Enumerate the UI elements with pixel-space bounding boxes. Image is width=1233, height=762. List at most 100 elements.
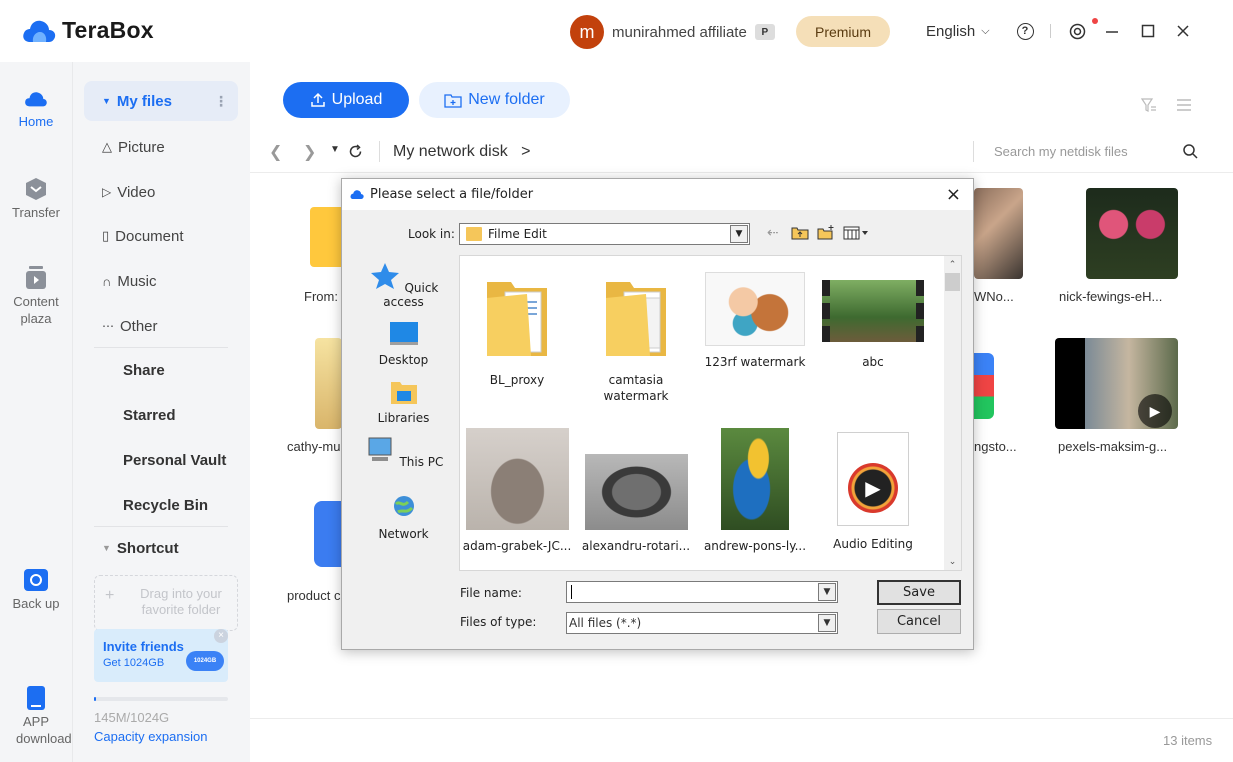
list-view-icon[interactable]	[1176, 98, 1192, 112]
help-button[interactable]: ?	[1014, 20, 1036, 42]
place-this-pc[interactable]: This PC	[361, 436, 446, 469]
sidebar-item-other[interactable]: ⋯ Other	[84, 306, 240, 346]
settings-button[interactable]	[1066, 20, 1088, 42]
file-name-field[interactable]: ▼	[566, 581, 838, 603]
invite-banner[interactable]: Invite friends Get 1024GB 1024GB ×	[94, 629, 228, 682]
sidebar-item-recycle-bin[interactable]: Recycle Bin	[84, 485, 240, 525]
breadcrumb-item[interactable]: My network disk	[393, 143, 508, 160]
file-name-label: File name:	[460, 586, 522, 600]
file-name[interactable]: cathy-mu	[287, 439, 340, 454]
search-icon[interactable]	[1183, 144, 1198, 159]
chevron-down-icon[interactable]: ▼	[818, 583, 836, 601]
sidebar-item-starred[interactable]: Starred	[84, 395, 240, 435]
place-quick-access[interactable]: Quick access	[361, 262, 446, 309]
scroll-up-icon[interactable]: ⌃	[944, 256, 961, 273]
music-icon: ∩	[102, 273, 112, 289]
place-libraries[interactable]: Libraries	[361, 378, 446, 425]
view-menu-icon[interactable]	[843, 225, 869, 244]
new-folder-button[interactable]: New folder	[419, 82, 570, 118]
rail-item-content-plaza[interactable]: Content plaza	[0, 265, 72, 327]
upload-button[interactable]: Upload	[283, 82, 409, 118]
back-arrow-icon[interactable]: ⇠	[767, 225, 779, 241]
video-thumbnail[interactable]: ▶	[1055, 338, 1178, 429]
close-button[interactable]	[1172, 20, 1194, 42]
sidebar-item-video[interactable]: ▷ Video	[84, 172, 240, 212]
notification-dot	[1092, 18, 1098, 24]
rail-label-transfer: Transfer	[12, 205, 60, 220]
file-item-folder[interactable]: camtasia watermark	[581, 272, 691, 404]
sidebar-item-music[interactable]: ∩ Music	[84, 261, 240, 301]
scroll-down-icon[interactable]: ⌄	[944, 553, 961, 570]
file-name[interactable]: ngsto...	[974, 439, 1017, 454]
file-item-image[interactable]: alexandru-rotari...	[581, 428, 691, 554]
sidebar-item-share[interactable]: Share	[84, 350, 240, 390]
file-item-folder[interactable]: BL_proxy	[462, 272, 572, 388]
file-item-video[interactable]: abc	[818, 272, 928, 370]
maximize-button[interactable]	[1137, 20, 1159, 42]
file-label: BL_proxy	[489, 373, 545, 387]
avatar[interactable]: m	[570, 15, 604, 49]
shortcut-drop-zone[interactable]: + Drag into your favorite folder	[94, 575, 238, 631]
user-menu[interactable]: m munirahmed affiliate P	[570, 15, 775, 49]
rail-item-home[interactable]: Home	[0, 86, 72, 129]
breadcrumb[interactable]: My network disk >	[393, 143, 531, 161]
filter-icon[interactable]	[1141, 97, 1157, 113]
image-thumbnail[interactable]	[315, 338, 342, 429]
app-thumbnail[interactable]	[314, 501, 342, 567]
file-type-select[interactable]: All files (*.*) ▼	[566, 612, 838, 634]
home-icon	[25, 92, 47, 107]
rail-item-transfer[interactable]: Transfer	[0, 177, 72, 220]
rail-item-app-download[interactable]: APP download	[0, 685, 72, 747]
minimize-button[interactable]	[1101, 20, 1123, 42]
close-icon[interactable]: ×	[214, 629, 228, 643]
language-selector[interactable]: English ⌵	[926, 23, 990, 40]
image-thumbnail[interactable]	[974, 188, 1023, 279]
file-name[interactable]: nick-fewings-eH...	[1059, 289, 1162, 304]
place-desktop[interactable]: Desktop	[361, 320, 446, 367]
file-item-media[interactable]: ▶ Audio Editing	[818, 428, 928, 552]
cancel-button[interactable]: Cancel	[877, 609, 961, 634]
look-in-dropdown[interactable]: Filme Edit ▼	[459, 223, 750, 245]
folder-thumbnail[interactable]	[310, 207, 342, 267]
search-input[interactable]: Search my netdisk files	[994, 144, 1128, 159]
nav-rail	[0, 62, 72, 762]
computer-icon	[368, 437, 392, 461]
divider	[94, 526, 228, 527]
back-arrow-icon[interactable]: ❮	[269, 142, 282, 162]
scroll-thumb[interactable]	[945, 273, 960, 291]
rail-item-backup[interactable]: Back up	[0, 568, 72, 611]
app-thumbnail[interactable]	[974, 353, 994, 419]
place-network[interactable]: Network	[361, 494, 446, 541]
save-button[interactable]: Save	[877, 580, 961, 605]
file-name[interactable]: product c	[287, 588, 340, 603]
history-dropdown-icon[interactable]: ▼	[330, 144, 340, 155]
file-item-image[interactable]: 123rf watermark	[700, 272, 810, 370]
close-icon[interactable]: ×	[946, 184, 961, 205]
chevron-down-icon[interactable]: ▼	[730, 225, 748, 243]
up-folder-icon[interactable]	[791, 225, 809, 244]
create-folder-icon[interactable]	[817, 225, 835, 244]
file-item-image[interactable]: andrew-pons-ly...	[700, 428, 810, 554]
capacity-expansion-link[interactable]: Capacity expansion	[94, 729, 207, 744]
file-name[interactable]: From:	[304, 289, 338, 304]
sidebar-item-my-files[interactable]: ▼ My files ⋮	[84, 81, 238, 121]
sidebar-item-picture[interactable]: △ Picture	[84, 127, 240, 167]
file-name[interactable]: WNo...	[974, 289, 1014, 304]
sidebar-item-document[interactable]: ▯ Document	[84, 216, 240, 256]
sidebar-item-shortcut[interactable]: ▼ Shortcut	[84, 528, 240, 568]
chevron-down-icon[interactable]: ▼	[818, 614, 836, 632]
file-name[interactable]: pexels-maksim-g...	[1058, 439, 1167, 454]
file-item-image[interactable]: adam-grabek-JC...	[462, 428, 572, 554]
vip-badge-icon: P	[754, 24, 775, 40]
premium-button[interactable]: Premium	[796, 16, 890, 47]
more-icon[interactable]: ⋮	[214, 93, 228, 110]
username[interactable]: munirahmed affiliate	[612, 24, 747, 41]
scrollbar[interactable]: ⌃ ⌄	[944, 256, 961, 570]
app-download-icon	[27, 686, 45, 710]
language-label: English	[926, 23, 976, 40]
forward-arrow-icon[interactable]: ❯	[303, 142, 316, 162]
sidebar-item-personal-vault[interactable]: Personal Vault	[84, 440, 244, 480]
file-label: 123rf watermark	[704, 355, 806, 369]
image-thumbnail[interactable]	[1086, 188, 1178, 279]
refresh-icon[interactable]	[348, 144, 363, 159]
